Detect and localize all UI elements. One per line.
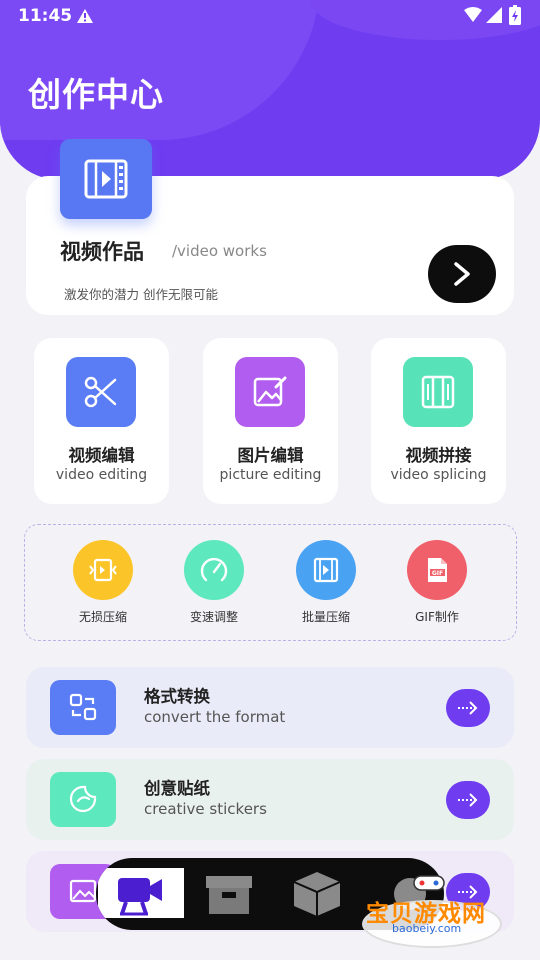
svg-text:GIF: GIF bbox=[432, 570, 443, 577]
splice-icon bbox=[421, 375, 455, 409]
image-icon bbox=[69, 879, 97, 903]
feature-go-button[interactable] bbox=[446, 781, 490, 819]
archive-box-icon bbox=[206, 876, 252, 914]
video-works-subtitle: /video works bbox=[172, 242, 267, 260]
video-works-icon-box bbox=[60, 139, 152, 219]
dock-item-package[interactable] bbox=[274, 868, 360, 918]
scissors-icon bbox=[84, 376, 117, 408]
watermark: 宝贝游戏网 baobeiy.com bbox=[362, 870, 512, 954]
arrow-right-icon bbox=[458, 701, 478, 715]
status-time: 11:45 bbox=[18, 6, 73, 26]
quick-tool-circle bbox=[296, 540, 356, 600]
wifi-icon bbox=[464, 7, 482, 22]
quick-tool-label: GIF制作 bbox=[415, 610, 459, 624]
tool-card-video-editing[interactable]: 视频编辑 video editing bbox=[34, 338, 169, 504]
quick-tool-label: 无损压缩 bbox=[78, 610, 127, 624]
video-works-title: 视频作品 bbox=[60, 240, 144, 264]
tool-title: 视频编辑 bbox=[68, 446, 135, 465]
watermark-url: baobeiy.com bbox=[392, 922, 462, 935]
status-bar: 11:45 bbox=[0, 0, 540, 32]
feature-icon-box bbox=[50, 772, 116, 827]
speed-gauge-icon bbox=[200, 557, 228, 582]
feature-row-convert-format[interactable]: 格式转换 convert the format bbox=[26, 667, 514, 748]
feature-icon-box bbox=[50, 680, 116, 735]
signal-icon bbox=[486, 7, 502, 23]
dock-item-archive[interactable] bbox=[186, 868, 272, 918]
batch-compress-icon bbox=[313, 557, 339, 583]
tool-icon-box bbox=[403, 357, 473, 427]
quick-tool-circle: GIF bbox=[407, 540, 467, 600]
video-works-go-button[interactable] bbox=[428, 245, 496, 303]
image-edit-icon bbox=[253, 376, 287, 407]
gif-file-icon: GIF bbox=[428, 558, 447, 582]
feature-subtitle: creative stickers bbox=[144, 800, 267, 818]
chevron-right-icon bbox=[454, 262, 470, 286]
arrow-right-icon bbox=[458, 793, 478, 807]
compress-icon bbox=[89, 558, 117, 582]
tool-card-picture-editing[interactable]: 图片编辑 picture editing bbox=[203, 338, 338, 504]
warning-icon bbox=[77, 9, 93, 23]
feature-subtitle: convert the format bbox=[144, 708, 286, 726]
video-film-icon bbox=[84, 159, 128, 199]
package-cube-icon bbox=[293, 872, 341, 916]
tool-title: 图片编辑 bbox=[237, 446, 304, 465]
tool-icon-box bbox=[235, 357, 305, 427]
gamepad-icon bbox=[413, 875, 445, 891]
quick-tool-circle bbox=[184, 540, 244, 600]
tool-subtitle: video splicing bbox=[390, 467, 487, 483]
tool-title: 视频拼接 bbox=[405, 446, 472, 465]
video-camera-icon bbox=[118, 878, 162, 916]
sticker-icon bbox=[69, 785, 97, 813]
tool-subtitle: video editing bbox=[55, 467, 148, 483]
quick-tool-circle bbox=[73, 540, 133, 600]
quick-tool-label: 批量压缩 bbox=[301, 610, 350, 624]
tool-subtitle: picture editing bbox=[219, 467, 322, 483]
quick-tool-label: 变速调整 bbox=[189, 610, 238, 624]
convert-icon bbox=[69, 693, 97, 721]
feature-row-creative-stickers[interactable]: 创意贴纸 creative stickers bbox=[26, 759, 514, 840]
tool-card-video-splicing[interactable]: 视频拼接 video splicing bbox=[371, 338, 506, 504]
video-works-slogan: 激发你的潜力 创作无限可能 bbox=[64, 287, 218, 302]
feature-go-button[interactable] bbox=[446, 689, 490, 727]
page-title: 创作中心 bbox=[28, 75, 164, 114]
battery-icon bbox=[509, 5, 521, 25]
dock-item-video[interactable] bbox=[98, 868, 184, 918]
feature-title: 创意贴纸 bbox=[144, 779, 210, 798]
tool-icon-box bbox=[66, 357, 136, 427]
feature-title: 格式转换 bbox=[144, 687, 210, 706]
